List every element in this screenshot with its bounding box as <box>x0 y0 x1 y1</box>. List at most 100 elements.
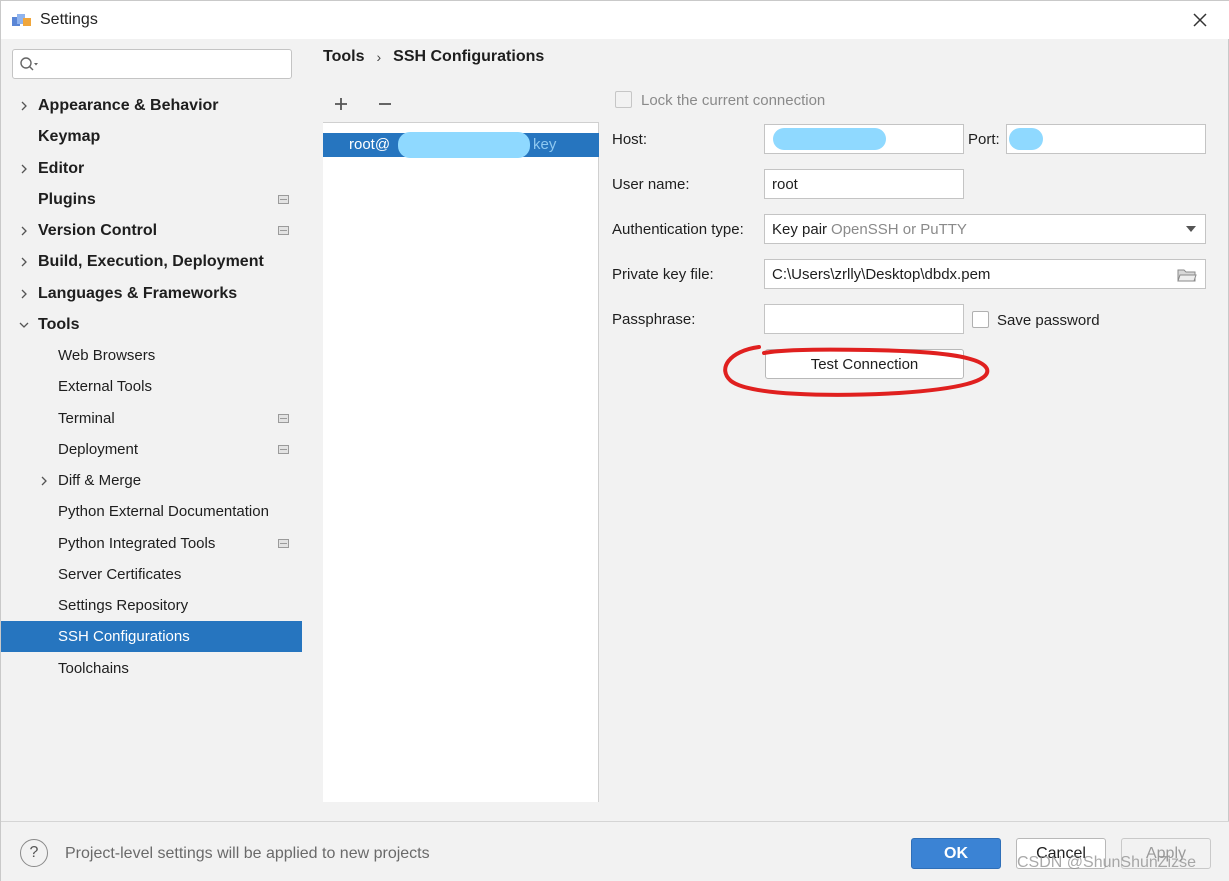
sidebar-item-server-certificates[interactable]: Server Certificates <box>1 559 302 590</box>
sidebar-item-label: Tools <box>38 315 80 333</box>
sidebar-item-python-integrated-tools[interactable]: Python Integrated Tools <box>1 528 302 559</box>
chevron-right-icon <box>18 225 30 237</box>
chevron-right-icon <box>38 475 50 487</box>
sidebar-item-label: Languages & Frameworks <box>38 284 238 302</box>
add-config-button[interactable] <box>326 89 356 119</box>
chevron-right-icon: › <box>376 49 382 65</box>
annotation-circle <box>723 345 990 397</box>
sidebar-item-label: Terminal <box>58 410 115 427</box>
folder-icon[interactable] <box>1177 267 1197 283</box>
sidebar-item-label: Settings Repository <box>58 597 189 614</box>
username-value: root <box>772 175 798 193</box>
sidebar-item-plugins[interactable]: Plugins <box>1 184 302 215</box>
breadcrumb-parent[interactable]: Tools <box>323 48 364 66</box>
ssh-config-user: root@ <box>349 136 391 153</box>
auth-type-hint: OpenSSH or PuTTY <box>831 220 967 238</box>
dropdown-arrow-icon <box>1186 226 1196 232</box>
title-bar: Settings <box>1 1 1229 39</box>
sidebar-item-label: Editor <box>38 159 85 177</box>
sidebar-item-label: Toolchains <box>58 660 129 677</box>
breadcrumb: Tools › SSH Configurations <box>323 48 544 66</box>
sidebar-item-label: Appearance & Behavior <box>38 96 219 114</box>
minus-icon <box>379 103 391 105</box>
sidebar-item-label: External Tools <box>58 378 152 395</box>
sidebar-item-languages-frameworks[interactable]: Languages & Frameworks <box>1 278 302 309</box>
app-icon <box>12 14 31 26</box>
sidebar-item-version-control[interactable]: Version Control <box>1 215 302 246</box>
settings-dialog: Settings Appearance & Behavior Keymap Ed… <box>0 0 1229 881</box>
username-input[interactable]: root <box>764 169 964 199</box>
sidebar-item-appearance-behavior[interactable]: Appearance & Behavior <box>1 90 302 121</box>
help-icon: ? <box>29 844 39 861</box>
plus-icon <box>335 98 347 110</box>
list-toolbar <box>323 85 599 123</box>
sidebar-item-label: Python Integrated Tools <box>58 535 216 552</box>
sidebar-item-label: Plugins <box>38 190 96 208</box>
breadcrumb-current: SSH Configurations <box>393 48 545 65</box>
sidebar-item-deployment[interactable]: Deployment <box>1 434 302 465</box>
ok-label: OK <box>944 844 968 862</box>
project-settings-icon <box>278 226 289 235</box>
project-settings-icon <box>278 539 289 548</box>
redaction-blur <box>1009 128 1043 150</box>
sidebar-item-ssh-configurations[interactable]: SSH Configurations <box>1 621 302 652</box>
close-icon <box>1193 13 1207 27</box>
sidebar-item-label: Version Control <box>38 221 158 239</box>
ssh-config-list: root@ key <box>323 85 599 802</box>
sidebar-item-label: Build, Execution, Deployment <box>38 252 264 270</box>
lock-connection-label: Lock the current connection <box>641 92 826 109</box>
help-button[interactable]: ? <box>20 839 48 867</box>
chevron-right-icon <box>18 163 30 175</box>
ssh-config-item[interactable]: root@ key <box>323 132 599 158</box>
project-settings-icon <box>278 414 289 423</box>
auth-type-value: Key pair <box>772 220 828 238</box>
sidebar-item-tools[interactable]: Tools <box>1 309 302 340</box>
private-key-input[interactable]: C:\Users\zrlly\Desktop\dbdx.pem <box>764 259 1206 289</box>
close-button[interactable] <box>1185 7 1215 33</box>
passphrase-label: Passphrase: <box>612 311 696 328</box>
ssh-config-form: Lock the current connection Host: Port: … <box>599 85 1229 802</box>
username-label: User name: <box>612 176 690 193</box>
chevron-right-icon <box>18 288 30 300</box>
redaction-blur <box>398 132 530 158</box>
sidebar-item-label: SSH Configurations <box>58 628 190 645</box>
save-password-label: Save password <box>997 312 1100 329</box>
window-title: Settings <box>40 11 98 28</box>
sidebar-item-web-browsers[interactable]: Web Browsers <box>1 340 302 371</box>
sidebar-item-python-external-documentation[interactable]: Python External Documentation <box>1 496 302 527</box>
sidebar-item-label: Server Certificates <box>58 566 182 583</box>
project-settings-icon <box>278 445 289 454</box>
port-label: Port: <box>968 131 1000 148</box>
passphrase-input[interactable] <box>764 304 964 334</box>
remove-config-button[interactable] <box>370 89 400 119</box>
sidebar-item-editor[interactable]: Editor <box>1 153 302 184</box>
chevron-down-icon <box>18 319 30 331</box>
sidebar-item-build-execution-deployment[interactable]: Build, Execution, Deployment <box>1 246 302 277</box>
settings-search-input[interactable] <box>12 49 292 79</box>
sidebar-item-settings-repository[interactable]: Settings Repository <box>1 590 302 621</box>
private-key-value: C:\Users\zrlly\Desktop\dbdx.pem <box>772 265 991 283</box>
sidebar-item-label: Deployment <box>58 441 139 458</box>
sidebar-item-label: Python External Documentation <box>58 503 269 520</box>
sidebar-item-terminal[interactable]: Terminal <box>1 403 302 434</box>
sidebar-item-diff-merge[interactable]: Diff & Merge <box>1 465 302 496</box>
sidebar-item-label: Diff & Merge <box>58 472 142 489</box>
search-icon <box>20 57 38 71</box>
ssh-config-suffix: key <box>533 136 557 153</box>
sidebar-item-toolchains[interactable]: Toolchains <box>1 653 302 684</box>
host-input[interactable] <box>764 124 964 154</box>
auth-type-label: Authentication type: <box>612 221 744 238</box>
private-key-label: Private key file: <box>612 266 714 283</box>
chevron-right-icon <box>18 100 30 112</box>
save-password-checkbox[interactable] <box>972 311 989 328</box>
auth-type-select[interactable]: Key pair OpenSSH or PuTTY <box>764 214 1206 244</box>
sidebar-item-external-tools[interactable]: External Tools <box>1 371 302 402</box>
watermark: CSDN @ShunShunZizse <box>1017 854 1196 871</box>
ok-button[interactable]: OK <box>911 838 1001 869</box>
port-input[interactable] <box>1006 124 1206 154</box>
lock-connection-checkbox[interactable] <box>615 91 632 108</box>
redaction-blur <box>773 128 886 150</box>
dialog-footer: ? Project-level settings will be applied… <box>1 821 1229 881</box>
sidebar-item-keymap[interactable]: Keymap <box>1 121 302 152</box>
sidebar-item-label: Web Browsers <box>58 347 156 364</box>
